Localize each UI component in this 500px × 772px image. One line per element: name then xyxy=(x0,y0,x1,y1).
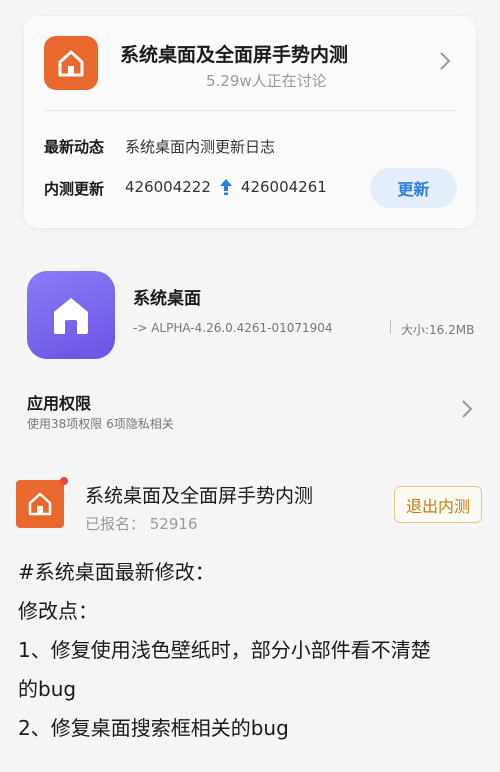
latest-news-label: 最新动态 xyxy=(44,138,105,156)
home-icon xyxy=(58,50,84,77)
version-change: 426004222 426004261 xyxy=(125,178,327,196)
launcher-app-icon xyxy=(27,271,115,359)
permissions-title[interactable]: 应用权限 xyxy=(27,390,91,414)
version-from: 426004222 xyxy=(125,178,211,196)
home-icon xyxy=(28,492,52,516)
beta-update-label: 内测更新 xyxy=(44,180,105,198)
beta-title: 系统桌面及全面屏手势内测 xyxy=(85,485,314,507)
app-name: 系统桌面 xyxy=(133,289,201,309)
discussion-count: 5.29w人正在讨论 xyxy=(206,72,327,90)
beta-summary-card[interactable]: 系统桌面及全面屏手势内测 5.29w人正在讨论 最新动态 系统桌面内测更新日志 … xyxy=(24,16,476,228)
card-title: 系统桌面及全面屏手势内测 xyxy=(120,44,349,66)
changelog-line: 修改点： xyxy=(18,599,98,623)
changelog-line: 1、修复使用浅色壁纸时，部分小部件看不清楚 xyxy=(18,638,431,662)
home-icon xyxy=(54,298,88,334)
app-version: -> ALPHA-4.26.0.4261-01071904 xyxy=(133,321,333,335)
signup-count: 已报名： 52916 xyxy=(85,515,198,533)
upgrade-arrow-icon xyxy=(219,179,232,195)
divider xyxy=(390,320,391,334)
beta-app-icon xyxy=(16,480,64,528)
changelog-notes: #系统桌面最新修改： 修改点： 1、修复使用浅色壁纸时，部分小部件看不清楚 的b… xyxy=(18,553,488,748)
chevron-right-icon[interactable] xyxy=(460,399,474,419)
exit-beta-button[interactable]: 退出内测 xyxy=(394,486,482,523)
permissions-summary: 使用38项权限 6项隐私相关 xyxy=(27,417,174,431)
chevron-right-icon[interactable] xyxy=(436,50,454,72)
divider xyxy=(44,110,456,111)
changelog-line: #系统桌面最新修改： xyxy=(18,560,215,584)
update-button[interactable]: 更新 xyxy=(370,168,457,208)
latest-news-link[interactable]: 系统桌面内测更新日志 xyxy=(125,136,275,157)
version-to: 426004261 xyxy=(240,178,327,196)
notification-dot xyxy=(60,477,68,485)
beta-app-icon xyxy=(44,36,98,90)
changelog-line: 2、修复桌面搜索框相关的bug xyxy=(18,716,289,740)
app-size: 大小:16.2MB xyxy=(401,323,475,337)
changelog-line: 的bug xyxy=(18,677,77,701)
